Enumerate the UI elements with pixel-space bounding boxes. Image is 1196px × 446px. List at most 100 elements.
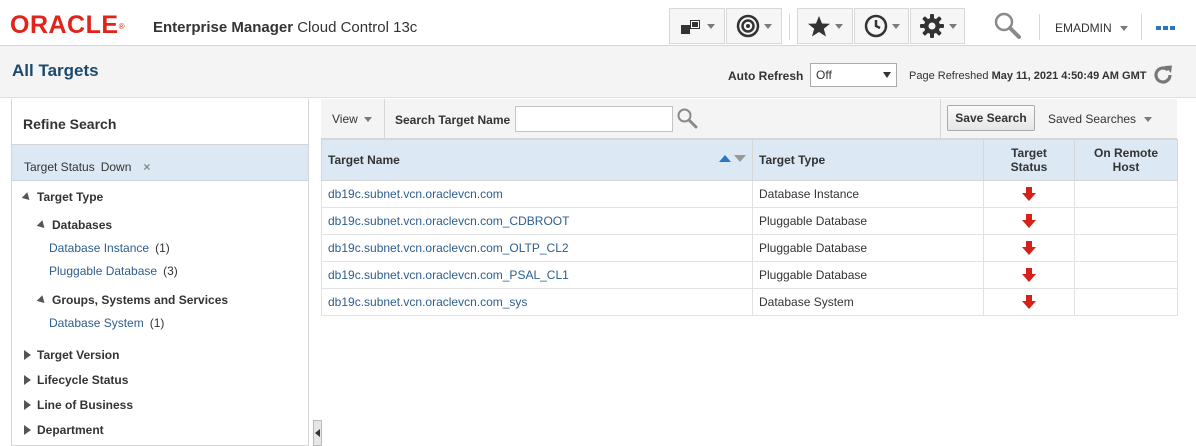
- remove-filter-icon[interactable]: ×: [143, 160, 150, 174]
- facet-item-count: (1): [155, 241, 170, 255]
- search-target-label: Search Target Name: [395, 113, 511, 127]
- on-remote-host-cell: [1074, 180, 1178, 208]
- column-header-on-remote-host[interactable]: On Remote Host: [1074, 139, 1178, 181]
- search-target-input[interactable]: [515, 106, 673, 132]
- target-status-cell: [983, 234, 1075, 262]
- status-down-arrow-icon: [1022, 241, 1036, 255]
- facet-target-version[interactable]: Target Version: [24, 348, 119, 362]
- saved-searches-menu[interactable]: Saved Searches: [1048, 112, 1153, 126]
- facet-label: Line of Business: [37, 398, 134, 412]
- target-status-cell: [983, 261, 1075, 289]
- table-row[interactable]: db19c.subnet.vcn.oraclevcn.com_OLTP_CL2 …: [321, 234, 1178, 262]
- facet-databases[interactable]: Databases: [36, 218, 113, 232]
- sort-ascending-icon[interactable]: [719, 155, 731, 162]
- expanded-triangle-icon: [21, 191, 33, 203]
- save-search-button[interactable]: Save Search: [947, 105, 1035, 131]
- sort-controls[interactable]: [719, 155, 746, 162]
- facet-label: Department: [37, 423, 104, 437]
- auto-refresh-label: Auto Refresh: [728, 69, 804, 83]
- target-type-cell: Pluggable Database: [752, 234, 984, 262]
- chevron-down-icon: [1119, 25, 1128, 31]
- status-down-arrow-icon: [1022, 268, 1036, 282]
- favorites-star-icon: [808, 16, 830, 37]
- target-name-link[interactable]: db19c.subnet.vcn.oraclevcn.com_CDBROOT: [321, 207, 753, 235]
- page-header: All Targets Auto Refresh Off Page Refres…: [0, 46, 1196, 98]
- facet-item-database-system[interactable]: Database System (1): [49, 316, 164, 330]
- auto-refresh-value: Off: [816, 68, 832, 82]
- more-dots-icon: [1156, 26, 1175, 30]
- more-menu-button[interactable]: [1156, 21, 1176, 30]
- chevron-down-icon: [891, 23, 900, 29]
- user-menu[interactable]: EMADMIN: [1055, 21, 1128, 35]
- target-type-cell: Database Instance: [752, 180, 984, 208]
- refine-search-panel: Refine Search Target Status Down × Targe…: [11, 99, 309, 446]
- targets-table: Target Name Target Type Target Status On…: [321, 139, 1178, 316]
- facet-label: Target Type: [37, 190, 104, 204]
- active-filter: Target Status Down ×: [12, 145, 308, 181]
- oracle-logo: ORACLE®: [10, 12, 125, 38]
- collapsed-triangle-icon: [24, 350, 31, 360]
- table-row[interactable]: db19c.subnet.vcn.oraclevcn.com_sys Datab…: [321, 288, 1178, 316]
- filter-value: Down: [100, 160, 132, 174]
- table-row[interactable]: db19c.subnet.vcn.oraclevcn.com_CDBROOT P…: [321, 207, 1178, 235]
- product-name-light: Cloud Control 13c: [297, 19, 418, 36]
- refresh-icon[interactable]: [1151, 63, 1175, 87]
- collapse-panel-handle[interactable]: [313, 420, 322, 446]
- facet-item-pluggable-database[interactable]: Pluggable Database (3): [49, 264, 178, 278]
- user-name: EMADMIN: [1055, 21, 1112, 35]
- view-menu[interactable]: View: [332, 112, 372, 126]
- column-header-target-type[interactable]: Target Type: [752, 139, 984, 181]
- status-down-arrow-icon: [1022, 295, 1036, 309]
- target-status-cell: [983, 180, 1075, 208]
- facet-label: Target Version: [37, 348, 120, 362]
- page-refreshed: Page Refreshed May 11, 2021 4:50:49 AM G…: [909, 70, 1146, 82]
- facet-item-count: (3): [163, 264, 178, 278]
- setup-menu-button[interactable]: [910, 8, 965, 44]
- on-remote-host-cell: [1074, 234, 1178, 262]
- facet-item-label: Database System: [49, 316, 144, 330]
- toolbar-divider: [940, 99, 941, 139]
- target-name-link[interactable]: db19c.subnet.vcn.oraclevcn.com_PSAL_CL1: [321, 261, 753, 289]
- collapsed-triangle-icon: [24, 400, 31, 410]
- facet-line-of-business[interactable]: Line of Business: [24, 398, 133, 412]
- search-icon[interactable]: [676, 107, 698, 129]
- target-icon: [736, 14, 760, 38]
- chevron-down-icon: [764, 23, 772, 29]
- facet-department[interactable]: Department: [24, 423, 104, 437]
- column-label: Target Name: [328, 153, 400, 167]
- collapsed-triangle-icon: [24, 425, 31, 435]
- column-label-line1: Target: [1011, 146, 1047, 160]
- target-name-link[interactable]: db19c.subnet.vcn.oraclevcn.com_sys: [321, 288, 753, 316]
- sort-descending-icon[interactable]: [734, 155, 746, 162]
- column-label-line2: Status: [1010, 160, 1048, 174]
- facet-item-database-instance[interactable]: Database Instance (1): [49, 241, 170, 255]
- facet-item-count: (1): [149, 316, 165, 330]
- on-remote-host-cell: [1074, 288, 1178, 316]
- table-row[interactable]: db19c.subnet.vcn.oraclevcn.com Database …: [321, 180, 1178, 208]
- target-name-link[interactable]: db19c.subnet.vcn.oraclevcn.com_OLTP_CL2: [321, 234, 753, 262]
- status-down-arrow-icon: [1022, 214, 1036, 228]
- target-name-link[interactable]: db19c.subnet.vcn.oraclevcn.com: [321, 180, 753, 208]
- global-search-button[interactable]: [993, 11, 1021, 39]
- facet-item-label: Pluggable Database: [49, 264, 158, 278]
- on-remote-host-cell: [1074, 261, 1178, 289]
- refine-search-title: Refine Search: [12, 99, 308, 145]
- page-title: All Targets: [12, 61, 99, 80]
- targets-menu-button[interactable]: [669, 8, 725, 44]
- toolbar-divider: [789, 14, 790, 40]
- auto-refresh-select[interactable]: Off: [810, 63, 897, 87]
- chevron-down-icon: [835, 23, 843, 29]
- facet-lifecycle-status[interactable]: Lifecycle Status: [24, 373, 128, 387]
- chevron-down-icon: [1144, 116, 1153, 122]
- collapsed-triangle-icon: [24, 375, 31, 385]
- history-menu-button[interactable]: [854, 8, 909, 44]
- favorites-menu-button[interactable]: [797, 8, 853, 44]
- facet-target-type[interactable]: Target Type: [21, 190, 104, 204]
- column-header-target-status[interactable]: Target Status: [983, 139, 1075, 181]
- column-header-target-name[interactable]: Target Name: [321, 139, 753, 181]
- enterprise-menu-button[interactable]: [726, 8, 782, 44]
- facet-groups-systems-services[interactable]: Groups, Systems and Services: [36, 293, 228, 307]
- facet-label: Databases: [52, 218, 113, 232]
- table-row[interactable]: db19c.subnet.vcn.oraclevcn.com_PSAL_CL1 …: [321, 261, 1178, 289]
- target-status-cell: [983, 288, 1075, 316]
